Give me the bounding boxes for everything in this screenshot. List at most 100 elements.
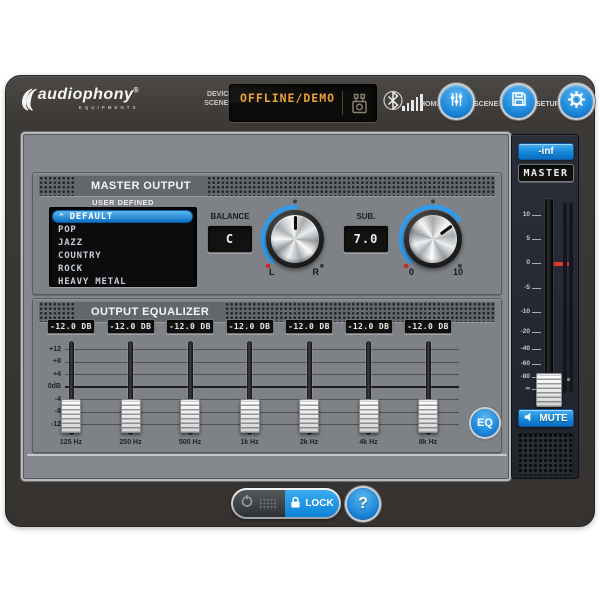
fader-tick-label: -10 (512, 308, 530, 315)
balance-min-label: L (269, 267, 275, 277)
sub-label: SUB. (339, 212, 393, 221)
preset-item-heavy-metal[interactable]: HEAVY METAL (50, 275, 196, 288)
master-channel-strip: -inf MASTER 10 5 0 -5 -10 -20 -40 -60 -8… (511, 134, 579, 479)
lcd-status-text: OFFLINE/DEMO (240, 91, 335, 105)
eq-freq-label: 4k Hz (345, 439, 393, 446)
mute-label: MUTE (539, 413, 567, 424)
eq-freq-label: 250 Hz (107, 439, 155, 446)
double-paren-logo-icon: (( (20, 86, 29, 112)
eq-value-display: -12.0 DB (47, 319, 95, 334)
bluetooth-icon (383, 88, 403, 118)
master-label-display: MASTER (518, 164, 574, 182)
fader-tick (532, 312, 541, 313)
selected-marker: ^ (59, 212, 65, 221)
fader-tick-label: 10 (512, 211, 530, 218)
speaker-icon (524, 412, 535, 425)
eq-slider-handle[interactable] (418, 399, 438, 433)
fader-tick-label: -80 (512, 373, 530, 380)
eq-band-2khz: -12.0 DB 2k Hz (285, 299, 333, 454)
fader-tick (532, 215, 541, 216)
eq-slider-handle[interactable] (359, 399, 379, 433)
scenes-button[interactable] (502, 85, 535, 118)
device-scenes-label: DEVICE SCENES (189, 90, 233, 108)
audiophony-logo: (( audiophony® EQUIPMENTS (20, 86, 139, 112)
eq-freq-label: 1k Hz (226, 439, 274, 446)
eq-slider-handle[interactable] (240, 399, 260, 433)
eq-slider-handle[interactable] (299, 399, 319, 433)
standby-side[interactable] (233, 490, 285, 517)
eq-slider-handle[interactable] (121, 399, 141, 433)
eq-freq-label: 2k Hz (285, 439, 333, 446)
fader-tick-label: -60 (512, 360, 530, 367)
master-fader-handle[interactable] (536, 373, 562, 407)
eq-value-display: -12.0 DB (226, 319, 274, 334)
preset-listbox[interactable]: ^ DEFAULT POP JAZZ COUNTRY ROCK HEAVY ME… (49, 207, 197, 287)
lock-side[interactable]: LOCK (285, 490, 339, 517)
knob-pointer (439, 224, 452, 235)
setup-label: SETUP (536, 101, 559, 108)
eq-badge-button[interactable]: EQ (471, 409, 499, 437)
gear-icon (567, 90, 586, 114)
home-label: HOME (420, 101, 441, 108)
eq-band-1khz: -12.0 DB 1k Hz (226, 299, 274, 454)
padlock-icon (290, 496, 301, 512)
main-panel: MASTER OUTPUT USER DEFINED ^ DEFAULT POP… (23, 134, 509, 479)
balance-knob[interactable]: L R (255, 199, 335, 279)
sub-max-label: 10 (453, 267, 463, 277)
fader-tick-label: -5 (512, 284, 530, 291)
registered-mark: ® (133, 88, 138, 95)
setup-button[interactable] (560, 85, 593, 118)
fader-tick-label: -40 (512, 345, 530, 352)
preset-item-country[interactable]: COUNTRY (50, 249, 196, 262)
user-defined-label: USER DEFINED (49, 198, 197, 207)
level-meter-left (563, 203, 567, 393)
eq-band-4khz: -12.0 DB 4k Hz (345, 299, 393, 454)
eq-value-display: -12.0 DB (345, 319, 393, 334)
preset-item-default[interactable]: ^ DEFAULT (52, 210, 193, 223)
eq-value-display: -12.0 DB (404, 319, 452, 334)
home-button[interactable] (440, 85, 473, 118)
fader-tick-label: ∞ (512, 385, 530, 392)
perforated-texture (39, 176, 75, 196)
eq-band-250hz: -12.0 DB 250 Hz (107, 299, 155, 454)
preset-item-jazz[interactable]: JAZZ (50, 236, 196, 249)
status-lcd: OFFLINE/DEMO (229, 84, 377, 122)
eq-freq-label: 125 Hz (47, 439, 95, 446)
eq-band-8khz: -12.0 DB 8k Hz (404, 299, 452, 454)
lock-label: LOCK (305, 498, 333, 509)
fader-tick-label: 0 (512, 259, 530, 266)
eq-band-125hz: -12.0 DB 125 Hz (47, 299, 95, 454)
fader-tick (532, 239, 541, 240)
speaker-grille-texture (518, 433, 574, 475)
preset-item-pop[interactable]: POP (50, 223, 196, 236)
perforated-texture (207, 176, 495, 196)
balance-display: C (207, 225, 253, 253)
brand-tagline: EQUIPMENTS (79, 105, 139, 110)
knob-rotor[interactable] (271, 215, 319, 263)
eq-value-display: -12.0 DB (107, 319, 155, 334)
panel-divider (27, 454, 507, 456)
brand-name: audiophony (38, 86, 134, 103)
master-level-button[interactable]: -inf (518, 143, 574, 160)
preset-item-rock[interactable]: ROCK (50, 262, 196, 275)
sub-display: 7.0 (343, 225, 389, 253)
mute-button[interactable]: MUTE (518, 409, 574, 427)
master-output-header: MASTER OUTPUT (39, 176, 495, 196)
master-output-section: MASTER OUTPUT USER DEFINED ^ DEFAULT POP… (32, 172, 502, 295)
output-equalizer-section: OUTPUT EQUALIZER +12 +8 +4 0dB -4 -8 -12… (32, 298, 502, 453)
eq-value-display: -12.0 DB (285, 319, 333, 334)
lock-toggle[interactable]: LOCK (231, 488, 341, 519)
eq-slider-handle[interactable] (180, 399, 200, 433)
sub-knob[interactable]: 0 10 (393, 199, 473, 279)
fader-tick-label: 5 (512, 235, 530, 242)
fader-tick (532, 263, 541, 264)
sub-min-label: 0 (409, 267, 414, 277)
eq-slider-handle[interactable] (61, 399, 81, 433)
eq-band-500hz: -12.0 DB 500 Hz (166, 299, 214, 454)
eq-value-display: -12.0 DB (166, 319, 214, 334)
meter-dot (567, 378, 570, 381)
fader-tick (532, 288, 541, 289)
mixer-sliders-icon (447, 90, 466, 114)
save-disk-icon (510, 90, 528, 113)
help-button[interactable]: ? (347, 488, 379, 520)
